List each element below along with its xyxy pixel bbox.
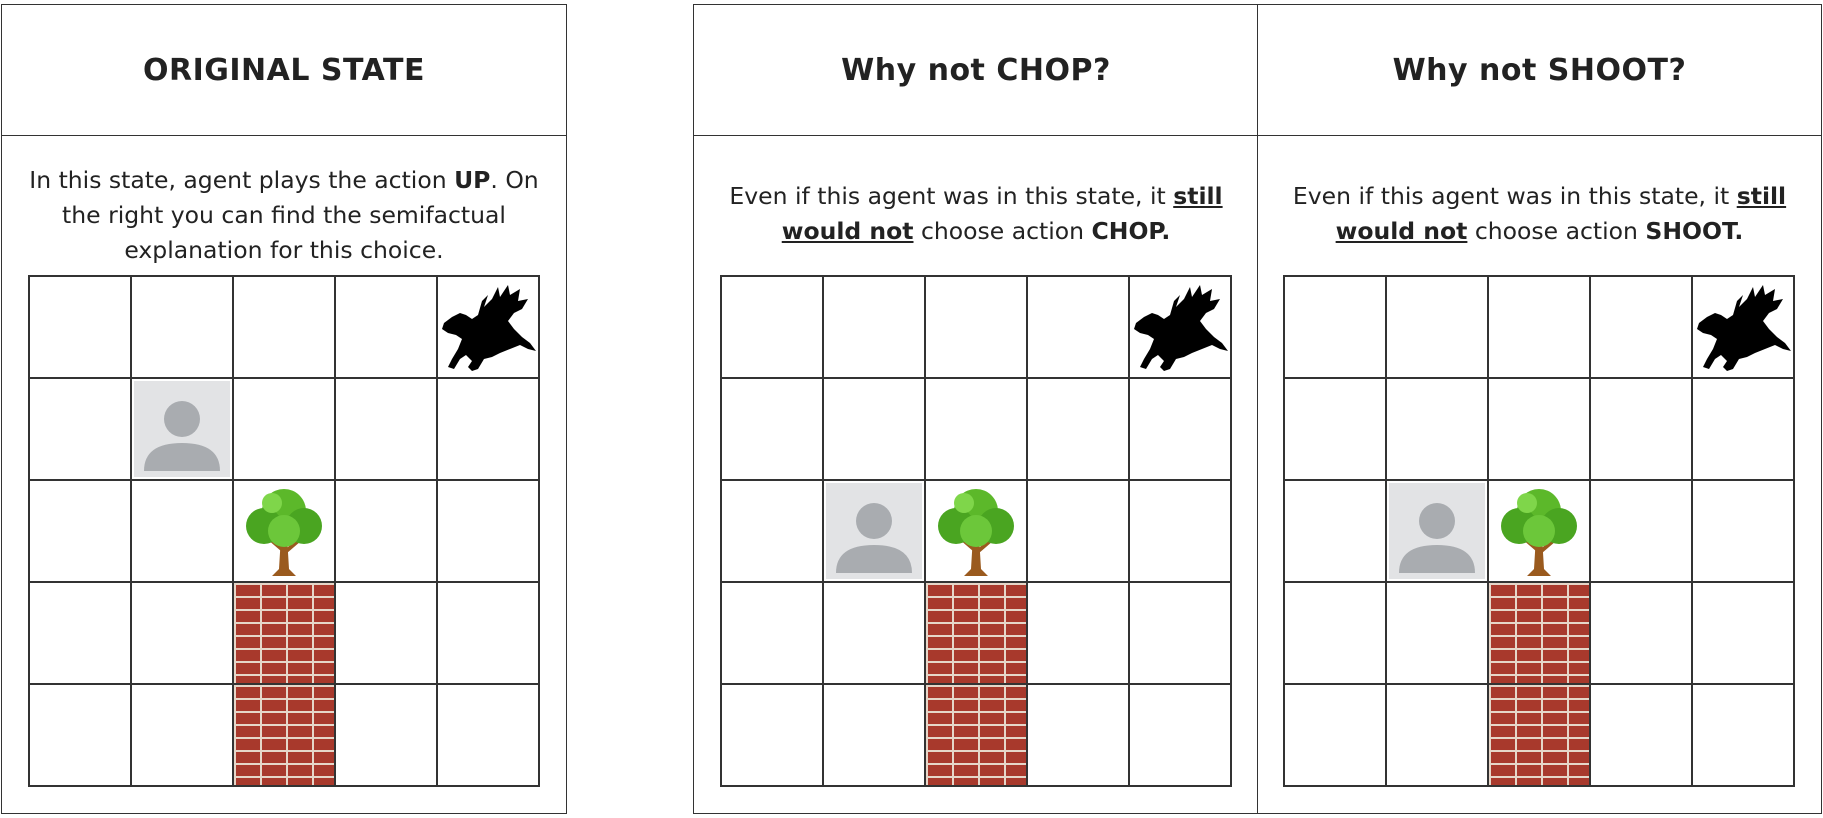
grid-cell [233, 276, 335, 378]
grid-cell [1027, 480, 1129, 582]
grid-cell [131, 684, 233, 786]
grid-cell [131, 582, 233, 684]
grid-cell [1386, 480, 1488, 582]
panel-header: Why not CHOP? [694, 5, 1258, 136]
brick-wall-cell [233, 582, 335, 684]
grid-cell [29, 480, 131, 582]
grid-cell [131, 276, 233, 378]
grid-cell [29, 276, 131, 378]
panel-title: Why not CHOP? [841, 52, 1111, 88]
grid-cell [1284, 480, 1386, 582]
panel-title: Why not SHOOT? [1392, 52, 1687, 88]
grid-cell [335, 684, 437, 786]
grid-cell [1284, 378, 1386, 480]
grid-cell [1284, 684, 1386, 786]
grid-cell [823, 276, 925, 378]
panel-why-not-shoot: Why not SHOOT? Even if this agent was in… [1257, 4, 1822, 814]
grid-cell [823, 480, 925, 582]
grid-cell [1590, 480, 1692, 582]
panel-description: Even if this agent was in this state, it… [1292, 182, 1787, 245]
grid-world [720, 275, 1232, 787]
grid-cell [1129, 276, 1231, 378]
grid-cell [823, 582, 925, 684]
grid-cell [1590, 378, 1692, 480]
grid-cell [1692, 378, 1794, 480]
grid-cell [1590, 684, 1692, 786]
grid-cell [1284, 582, 1386, 684]
grid-world [1283, 275, 1795, 787]
panel-original-state: ORIGINAL STATE In this state, agent play… [1, 4, 567, 814]
grid-cell [1488, 276, 1590, 378]
grid-cell [721, 378, 823, 480]
grid-cell [721, 684, 823, 786]
grid-cell [1488, 480, 1590, 582]
grid-cell [925, 480, 1027, 582]
panel-why-not-chop: Why not CHOP? Even if this agent was in … [693, 4, 1259, 814]
grid-cell [437, 276, 539, 378]
panel-title: ORIGINAL STATE [142, 52, 426, 88]
grid-cell [29, 378, 131, 480]
grid-cell [925, 378, 1027, 480]
panel-description: Even if this agent was in this state, it… [729, 182, 1223, 245]
grid-cell [1027, 276, 1129, 378]
panel-header: ORIGINAL STATE [2, 5, 566, 136]
grid-cell [1692, 684, 1794, 786]
grid-cell [1692, 276, 1794, 378]
grid-cell [1129, 480, 1231, 582]
brick-wall-cell [925, 684, 1027, 786]
grid-cell [1386, 276, 1488, 378]
grid-cell [1027, 684, 1129, 786]
grid-cell [1284, 276, 1386, 378]
grid-cell [1488, 378, 1590, 480]
grid-cell [721, 276, 823, 378]
grid-cell [925, 276, 1027, 378]
grid-cell [335, 276, 437, 378]
grid-cell [1129, 684, 1231, 786]
grid-cell [1590, 582, 1692, 684]
grid-cell [1692, 582, 1794, 684]
grid-cell [1386, 582, 1488, 684]
grid-cell [437, 378, 539, 480]
grid-cell [721, 480, 823, 582]
grid-cell [233, 480, 335, 582]
grid-cell [823, 684, 925, 786]
grid-cell [437, 582, 539, 684]
grid-cell [29, 684, 131, 786]
grid-cell [1129, 378, 1231, 480]
grid-cell [131, 480, 233, 582]
brick-wall-cell [1488, 684, 1590, 786]
grid-cell [1027, 582, 1129, 684]
grid-cell [1386, 684, 1488, 786]
brick-wall-cell [1488, 582, 1590, 684]
grid-cell [233, 378, 335, 480]
grid-world [28, 275, 540, 787]
brick-wall-cell [233, 684, 335, 786]
grid-cell [1386, 378, 1488, 480]
grid-cell [1692, 480, 1794, 582]
grid-cell [437, 684, 539, 786]
grid-cell [1027, 378, 1129, 480]
grid-cell [335, 378, 437, 480]
grid-cell [823, 378, 925, 480]
panel-description: In this state, agent plays the action UP… [29, 166, 539, 264]
grid-cell [335, 480, 437, 582]
grid-cell [1590, 276, 1692, 378]
brick-wall-cell [925, 582, 1027, 684]
panel-header: Why not SHOOT? [1258, 5, 1821, 136]
grid-cell [335, 582, 437, 684]
grid-cell [437, 480, 539, 582]
grid-cell [131, 378, 233, 480]
grid-cell [29, 582, 131, 684]
grid-cell [1129, 582, 1231, 684]
grid-cell [721, 582, 823, 684]
